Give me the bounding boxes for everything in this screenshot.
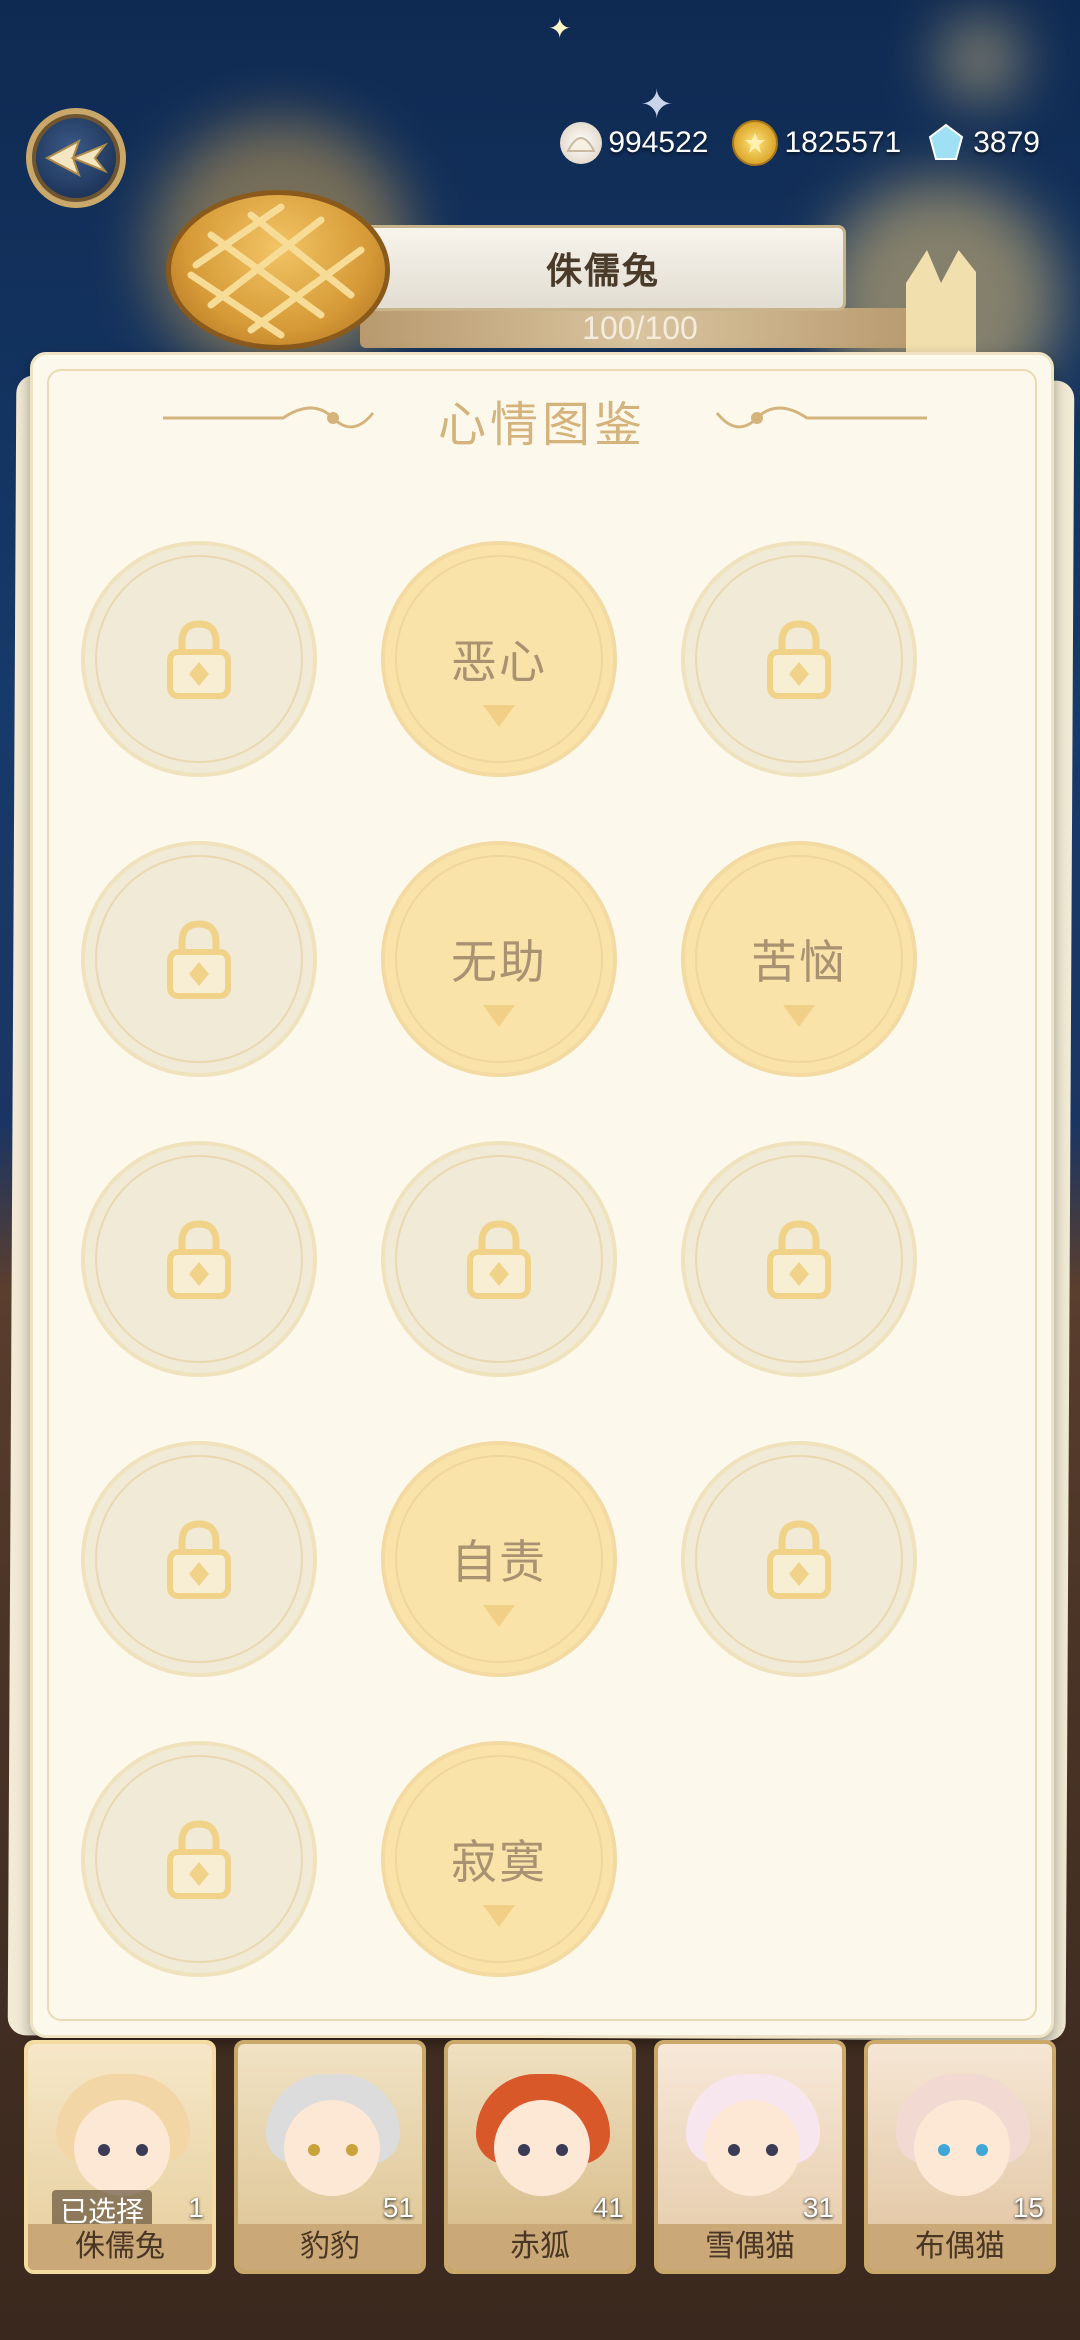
shell-coin-icon bbox=[560, 122, 603, 164]
currency-crystal[interactable]: 3879 bbox=[925, 122, 1040, 164]
mood-slot-unlocked[interactable]: 无助 bbox=[381, 841, 617, 1077]
lock-icon bbox=[467, 1220, 531, 1299]
mood-slot-unlocked[interactable]: 自责 bbox=[381, 1441, 617, 1677]
character-level: 1 bbox=[188, 2192, 204, 2223]
mood-label: 恶心 bbox=[451, 635, 547, 689]
character-eye bbox=[766, 2144, 778, 2156]
character-face bbox=[704, 2100, 800, 2196]
mood-slot-unlocked[interactable]: 恶心 bbox=[381, 541, 617, 777]
lock-icon bbox=[167, 620, 231, 699]
mood-collection-panel: 心情图鉴 恶心 无助 苦恼 自责 寂寞 bbox=[30, 352, 1054, 2038]
currency-gold[interactable]: 1825571 bbox=[732, 120, 901, 166]
character-eye bbox=[728, 2144, 740, 2156]
character-level: 15 bbox=[1012, 2192, 1044, 2223]
back-arrow-icon bbox=[44, 138, 109, 178]
mood-label: 苦恼 bbox=[751, 935, 847, 989]
pet-hp-text: 100/100 bbox=[582, 309, 698, 346]
character-level: 41 bbox=[592, 2192, 624, 2223]
slot-pointer bbox=[783, 1005, 815, 1027]
slot-pointer bbox=[483, 1905, 515, 1927]
back-button[interactable] bbox=[26, 108, 126, 208]
currency-shell[interactable]: 994522 bbox=[560, 122, 708, 164]
character-face bbox=[74, 2100, 170, 2196]
bread-icon[interactable] bbox=[166, 190, 390, 350]
currency-crystal-value: 3879 bbox=[973, 126, 1040, 159]
currency-gold-value: 1825571 bbox=[784, 126, 902, 159]
character-card[interactable]: 已选择 1 侏儒兔 bbox=[24, 2040, 216, 2274]
character-face bbox=[914, 2100, 1010, 2196]
lock-icon bbox=[167, 1820, 231, 1899]
character-eye bbox=[976, 2144, 988, 2156]
mood-slot-locked[interactable] bbox=[81, 1741, 317, 1977]
title-ornament-right-icon bbox=[715, 406, 927, 429]
character-eye bbox=[98, 2144, 110, 2156]
character-name: 布偶猫 bbox=[868, 2224, 1052, 2270]
mood-slot-locked[interactable] bbox=[681, 541, 917, 777]
mood-label: 自责 bbox=[451, 1535, 547, 1589]
mood-slot-locked[interactable] bbox=[681, 1441, 917, 1677]
character-card[interactable]: 31 雪偶猫 bbox=[654, 2040, 846, 2274]
character-name: 赤狐 bbox=[448, 2224, 632, 2270]
mood-slot-unlocked[interactable]: 寂寞 bbox=[381, 1741, 617, 1977]
character-face bbox=[494, 2100, 590, 2196]
mood-slot-unlocked[interactable]: 苦恼 bbox=[681, 841, 917, 1077]
character-card[interactable]: 15 布偶猫 bbox=[864, 2040, 1056, 2274]
character-level: 31 bbox=[802, 2192, 834, 2223]
mood-slot-locked[interactable] bbox=[381, 1141, 617, 1377]
mood-slot-locked[interactable] bbox=[81, 1441, 317, 1677]
character-eye bbox=[518, 2144, 530, 2156]
character-eye bbox=[938, 2144, 950, 2156]
lock-icon bbox=[167, 1220, 231, 1299]
mood-slot-locked[interactable] bbox=[81, 541, 317, 777]
lock-icon bbox=[167, 1520, 231, 1599]
lock-icon bbox=[767, 1520, 831, 1599]
slot-pointer bbox=[483, 1005, 515, 1027]
star-decoration: ✦ bbox=[548, 12, 572, 45]
background-glow bbox=[940, 20, 1020, 100]
slot-pointer bbox=[483, 705, 515, 727]
character-name: 豹豹 bbox=[238, 2224, 422, 2270]
gold-coin-icon bbox=[732, 120, 779, 166]
crystal-icon bbox=[925, 122, 967, 164]
character-eye bbox=[136, 2144, 148, 2156]
currency-bar: 994522 1825571 3879 bbox=[560, 112, 1040, 174]
slot-pointer bbox=[483, 1605, 515, 1627]
mood-slot-locked[interactable] bbox=[81, 841, 317, 1077]
lock-icon bbox=[767, 1220, 831, 1299]
lock-icon bbox=[767, 620, 831, 699]
character-name: 雪偶猫 bbox=[658, 2224, 842, 2270]
pet-name: 侏儒兔 bbox=[545, 251, 660, 292]
character-name: 侏儒兔 bbox=[28, 2224, 212, 2270]
character-face bbox=[284, 2100, 380, 2196]
character-eye bbox=[556, 2144, 568, 2156]
mood-label: 寂寞 bbox=[451, 1835, 547, 1889]
pet-hp-bar: 100/100 bbox=[360, 308, 920, 348]
character-card[interactable]: 51 豹豹 bbox=[234, 2040, 426, 2274]
character-level: 51 bbox=[382, 2192, 414, 2223]
mood-label: 无助 bbox=[451, 935, 547, 989]
mood-slot-locked[interactable] bbox=[681, 1141, 917, 1377]
lock-icon bbox=[167, 920, 231, 999]
character-eye bbox=[308, 2144, 320, 2156]
mood-slot-locked[interactable] bbox=[81, 1141, 317, 1377]
pet-name-plate: 侏儒兔 bbox=[360, 225, 846, 311]
currency-shell-value: 994522 bbox=[608, 126, 709, 159]
character-eye bbox=[346, 2144, 358, 2156]
character-card-list: 已选择 1 侏儒兔 51 豹豹 41 赤狐 31 雪偶猫 15 布偶猫 bbox=[24, 2040, 1056, 2274]
character-card[interactable]: 41 赤狐 bbox=[444, 2040, 636, 2274]
